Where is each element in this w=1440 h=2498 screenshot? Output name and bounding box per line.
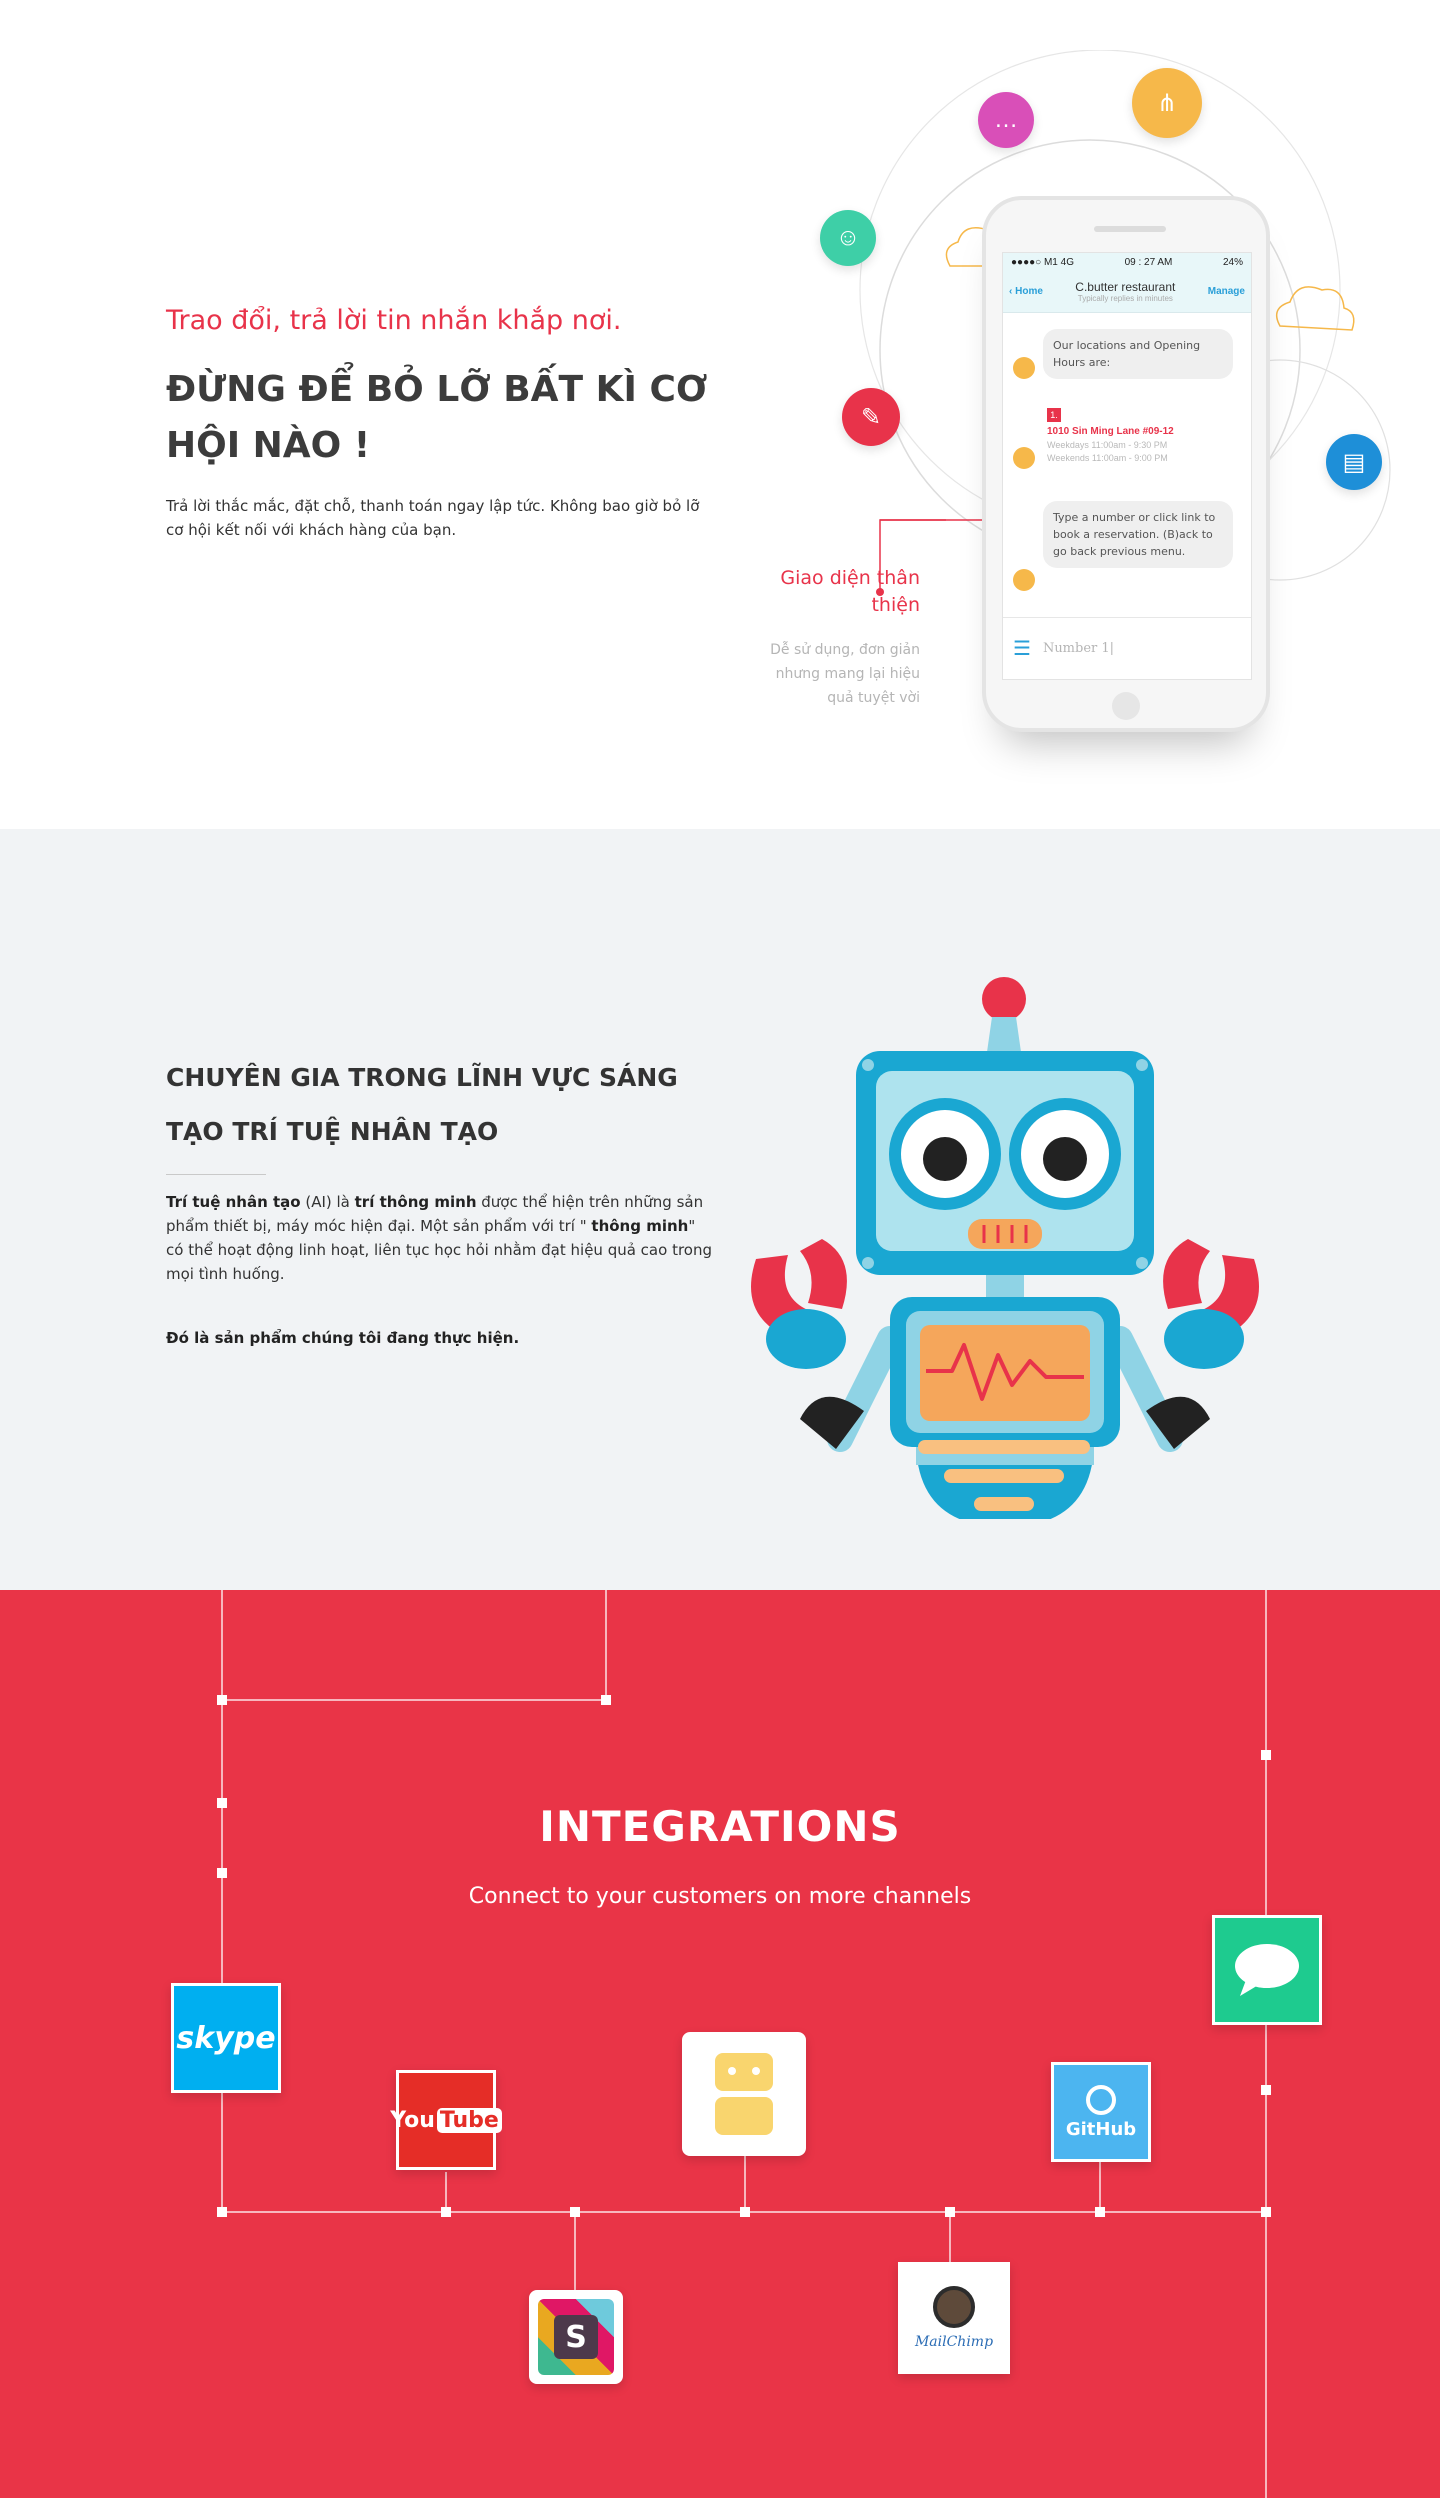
bot-avatar (1013, 569, 1035, 591)
integrations-subtitle: Connect to your customers on more channe… (468, 1884, 972, 1909)
card-weekends: Weekends 11:00am - 9:00 PM (1047, 453, 1168, 463)
robot-exhaust (944, 1469, 1064, 1483)
ai-body-bold: Trí tuệ nhân tạo (166, 1193, 301, 1211)
ai-body-bold: thông minh (591, 1217, 689, 1235)
github-octocat-icon (1086, 2084, 1116, 2115)
card-number: 1. (1047, 408, 1061, 422)
messaging-heading: ĐỪNG ĐỂ BỎ LỠ BẤT KÌ CƠ HỘI NÀO ! (166, 369, 708, 466)
messaging-section: Trao đổi, trả lời tin nhắn khắp nơi. ĐỪN… (0, 0, 1440, 829)
speech-bubble-icon (1235, 1944, 1299, 1996)
chat-thread: Our locations and Opening Hours are: 1. … (1003, 313, 1251, 617)
message-bubble: Our locations and Opening Hours are: (1043, 329, 1233, 379)
github-logo[interactable]: GitHub (1051, 2062, 1151, 2162)
skype-logo-text: skype (176, 2020, 276, 2056)
ai-heading: CHUYÊN GIA TRONG LĨNH VỰC SÁNG TẠO TRÍ T… (166, 1063, 678, 1146)
slack-icon: S (538, 2299, 614, 2375)
phone-illustration: … ⋔ ☺ ✎ ▤ Giao diện thân thiện Dễ sử dụn… (760, 50, 1440, 770)
slack-letter: S (554, 2315, 598, 2359)
chat-navbar: ‹ Home C.butter restaurant Typically rep… (1003, 271, 1251, 313)
nav-home-link[interactable]: ‹ Home (1009, 286, 1043, 297)
robot-exhaust (918, 1440, 1090, 1454)
nav-manage-link[interactable]: Manage (1208, 286, 1245, 297)
chat-title: C.butter restaurant (1075, 280, 1176, 294)
edit-icon: ✎ (842, 388, 900, 446)
chatbot-logo[interactable] (682, 2032, 806, 2156)
ai-section: CHUYÊN GIA TRONG LĨNH VỰC SÁNG TẠO TRÍ T… (0, 829, 1440, 1590)
status-time: 09 : 27 AM (1124, 256, 1173, 268)
share-icon: ⋔ (1132, 68, 1202, 138)
slack-logo[interactable]: S (529, 2290, 623, 2384)
status-battery: 24% (1222, 256, 1243, 268)
callout-title: Giao diện thân thiện (780, 567, 920, 616)
phone-speaker (1094, 226, 1166, 232)
ai-body-bold: trí thông minh (354, 1193, 477, 1211)
robot-face-icon: ☺ (820, 210, 876, 266)
chat-input-bar: ☰ Number 1| (1003, 617, 1251, 679)
youtube-logo[interactable]: You Tube (390, 2070, 502, 2170)
callout-description: Dễ sử dụng, đơn giản nhưng mang lại hiệu… (770, 642, 920, 706)
location-card[interactable]: 1. 1010 Sin Ming Lane #09-12 Weekdays 11… (1047, 405, 1217, 485)
robot-illustration (751, 977, 1259, 1519)
card-title: 1010 Sin Ming Lane #09-12 (1047, 426, 1174, 437)
mailchimp-icon (933, 2286, 975, 2328)
ai-footer: Đó là sản phẩm chúng tôi đang thực hiện. (166, 1329, 520, 1347)
chat-subtitle: Typically replies in minutes (1077, 294, 1173, 303)
bot-avatar (1013, 357, 1035, 379)
phone-home-button (1112, 692, 1140, 720)
status-signal: ●●●●○ M1 4G (1011, 256, 1074, 268)
mailchimp-logo[interactable]: MailChimp (898, 2262, 1010, 2374)
youtube-tube: Tube (436, 2107, 502, 2133)
integrations-section: INTEGRATIONS Connect to your customers o… (0, 1590, 1440, 2498)
github-text: GitHub (1065, 2118, 1137, 2140)
message-bubble: Type a number or click link to book a re… (1043, 501, 1233, 568)
ai-body: Trí tuệ nhân tạo (AI) là trí thông minh … (166, 1190, 716, 1286)
contacts-book-icon: ▤ (1326, 434, 1382, 490)
bot-avatar (1013, 447, 1035, 469)
chat-bubble-icon: … (978, 92, 1034, 148)
chat-app-logo[interactable] (1212, 1915, 1322, 2025)
phone-mockup: ●●●●○ M1 4G 09 : 27 AM 24% ‹ Home C.butt… (982, 196, 1270, 732)
skype-logo[interactable]: skype (171, 1983, 281, 2093)
integrations-title: INTEGRATIONS (539, 1802, 901, 1851)
messaging-tagline: Trao đổi, trả lời tin nhắn khắp nơi. (166, 305, 622, 336)
messaging-body: Trả lời thắc mắc, đặt chỗ, thanh toán ng… (166, 497, 700, 539)
hamburger-menu-icon[interactable]: ☰ (1013, 636, 1031, 661)
phone-screen: ●●●●○ M1 4G 09 : 27 AM 24% ‹ Home C.butt… (1002, 252, 1252, 680)
card-weekdays: Weekdays 11:00am - 9:30 PM (1047, 440, 1168, 450)
robot-exhaust (974, 1497, 1034, 1511)
divider (166, 1174, 266, 1175)
ai-body-text: (AI) là (300, 1193, 355, 1211)
youtube-you: You (390, 2107, 435, 2133)
mailchimp-text: MailChimp (914, 2334, 994, 2350)
chat-input[interactable]: Number 1| (1043, 641, 1114, 656)
phone-status-bar: ●●●●○ M1 4G 09 : 27 AM 24% (1003, 253, 1251, 271)
bot-icon (715, 2053, 773, 2135)
